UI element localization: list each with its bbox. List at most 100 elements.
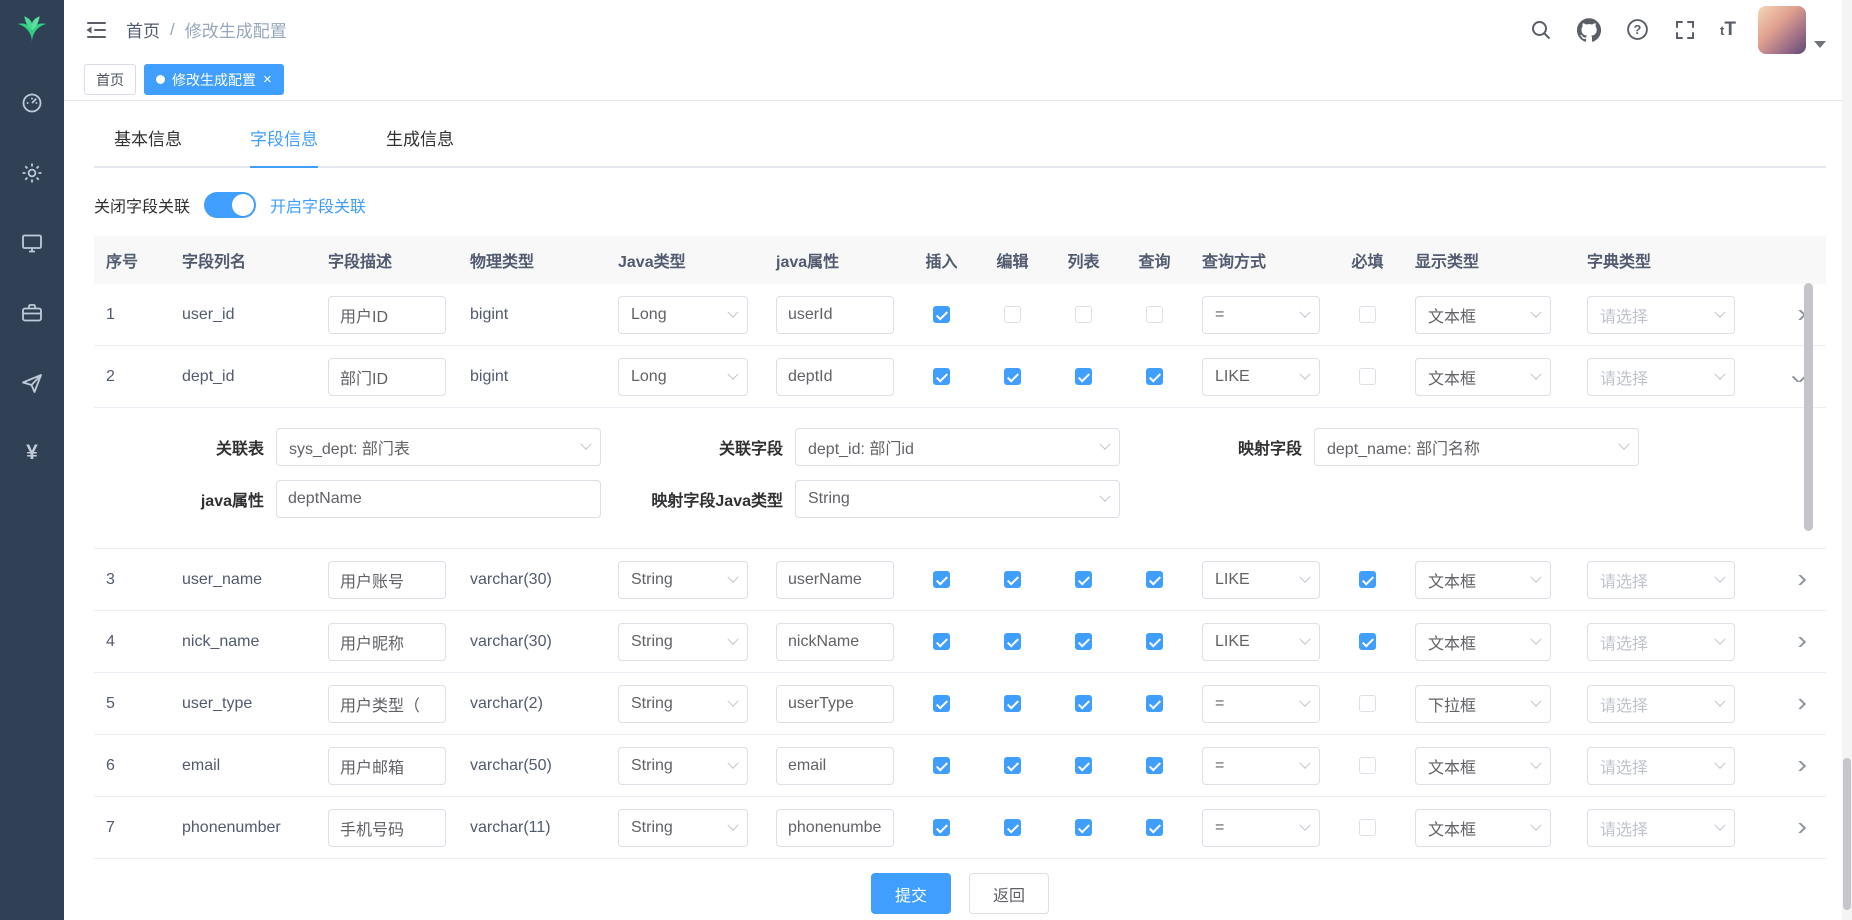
list-checkbox[interactable]	[1075, 368, 1092, 385]
java-field-input[interactable]	[776, 747, 894, 785]
sidebar-item-finance[interactable]: ¥	[19, 440, 45, 466]
help-icon[interactable]: ?	[1624, 17, 1650, 43]
tab-generate-info[interactable]: 生成信息	[386, 125, 454, 166]
java-attr-input[interactable]	[276, 480, 601, 518]
font-size-icon[interactable]: tT	[1720, 19, 1736, 41]
display-type-select[interactable]: 文本框	[1415, 747, 1551, 785]
query-type-select[interactable]: =	[1202, 809, 1320, 847]
app-logo[interactable]	[0, 0, 64, 62]
query-type-select[interactable]: LIKE	[1202, 358, 1320, 396]
required-checkbox[interactable]	[1359, 633, 1376, 650]
relation-table-select[interactable]: sys_dept: 部门表	[276, 428, 601, 466]
relation-field-select[interactable]: dept_id: 部门id	[795, 428, 1120, 466]
breadcrumb-home[interactable]: 首页	[126, 17, 160, 42]
list-checkbox[interactable]	[1075, 306, 1092, 323]
query-type-select[interactable]: =	[1202, 685, 1320, 723]
java-type-select[interactable]: String	[618, 809, 748, 847]
insert-checkbox[interactable]	[933, 757, 950, 774]
field-relation-switch[interactable]	[204, 192, 256, 218]
insert-checkbox[interactable]	[933, 695, 950, 712]
java-type-select[interactable]: String	[618, 623, 748, 661]
expand-row-icon[interactable]	[1792, 761, 1806, 771]
query-checkbox[interactable]	[1146, 695, 1163, 712]
java-type-select[interactable]: String	[618, 747, 748, 785]
required-checkbox[interactable]	[1359, 306, 1376, 323]
insert-checkbox[interactable]	[933, 368, 950, 385]
dict-type-select[interactable]: 请选择	[1587, 623, 1735, 661]
java-field-input[interactable]	[776, 296, 894, 334]
query-checkbox[interactable]	[1146, 571, 1163, 588]
display-type-select[interactable]: 文本框	[1415, 561, 1551, 599]
query-checkbox[interactable]	[1146, 633, 1163, 650]
page-scrollbar-thumb[interactable]	[1843, 758, 1851, 910]
insert-checkbox[interactable]	[933, 633, 950, 650]
query-type-select[interactable]: =	[1202, 296, 1320, 334]
query-checkbox[interactable]	[1146, 306, 1163, 323]
display-type-select[interactable]: 文本框	[1415, 809, 1551, 847]
edit-checkbox[interactable]	[1004, 368, 1021, 385]
display-type-select[interactable]: 下拉框	[1415, 685, 1551, 723]
dict-type-select[interactable]: 请选择	[1587, 809, 1735, 847]
expand-row-icon[interactable]	[1792, 699, 1806, 709]
table-scrollbar-thumb[interactable]	[1804, 283, 1813, 531]
required-checkbox[interactable]	[1359, 819, 1376, 836]
java-type-select[interactable]: Long	[618, 296, 748, 334]
sidebar-item-tool[interactable]	[19, 300, 45, 326]
tag-close-icon[interactable]: ×	[263, 72, 272, 87]
dict-type-select[interactable]: 请选择	[1587, 358, 1735, 396]
list-checkbox[interactable]	[1075, 695, 1092, 712]
insert-checkbox[interactable]	[933, 819, 950, 836]
list-checkbox[interactable]	[1075, 571, 1092, 588]
submit-button[interactable]: 提交	[871, 873, 951, 914]
search-icon[interactable]	[1528, 17, 1554, 43]
display-type-select[interactable]: 文本框	[1415, 358, 1551, 396]
query-checkbox[interactable]	[1146, 819, 1163, 836]
description-input[interactable]	[328, 809, 446, 847]
mapping-java-type-select[interactable]: String	[795, 480, 1120, 518]
tag-active-page[interactable]: 修改生成配置 ×	[144, 64, 284, 95]
description-input[interactable]	[328, 358, 446, 396]
list-checkbox[interactable]	[1075, 819, 1092, 836]
insert-checkbox[interactable]	[933, 306, 950, 323]
query-checkbox[interactable]	[1146, 757, 1163, 774]
expand-row-icon[interactable]	[1792, 575, 1806, 585]
java-type-select[interactable]: String	[618, 561, 748, 599]
insert-checkbox[interactable]	[933, 571, 950, 588]
required-checkbox[interactable]	[1359, 368, 1376, 385]
dict-type-select[interactable]: 请选择	[1587, 296, 1735, 334]
description-input[interactable]	[328, 685, 446, 723]
sidebar-item-monitor[interactable]	[19, 230, 45, 256]
query-type-select[interactable]: LIKE	[1202, 623, 1320, 661]
sidebar-item-system[interactable]	[19, 160, 45, 186]
java-type-select[interactable]: String	[618, 685, 748, 723]
edit-checkbox[interactable]	[1004, 633, 1021, 650]
description-input[interactable]	[328, 296, 446, 334]
relation-on-label[interactable]: 开启字段关联	[270, 193, 366, 217]
edit-checkbox[interactable]	[1004, 819, 1021, 836]
java-field-input[interactable]	[776, 358, 894, 396]
display-type-select[interactable]: 文本框	[1415, 296, 1551, 334]
java-field-input[interactable]	[776, 685, 894, 723]
list-checkbox[interactable]	[1075, 633, 1092, 650]
tab-basic-info[interactable]: 基本信息	[114, 125, 182, 166]
tab-field-info[interactable]: 字段信息	[250, 125, 318, 166]
expand-row-icon[interactable]	[1792, 637, 1806, 647]
description-input[interactable]	[328, 561, 446, 599]
java-field-input[interactable]	[776, 809, 894, 847]
display-type-select[interactable]: 文本框	[1415, 623, 1551, 661]
page-scrollbar[interactable]	[1842, 0, 1852, 920]
mapping-field-select[interactable]: dept_name: 部门名称	[1314, 428, 1639, 466]
dict-type-select[interactable]: 请选择	[1587, 685, 1735, 723]
tag-home[interactable]: 首页	[84, 64, 136, 95]
required-checkbox[interactable]	[1359, 695, 1376, 712]
user-menu[interactable]	[1758, 6, 1826, 54]
fullscreen-icon[interactable]	[1672, 17, 1698, 43]
required-checkbox[interactable]	[1359, 757, 1376, 774]
sidebar-collapse-button[interactable]	[84, 19, 108, 41]
expand-row-icon[interactable]	[1792, 823, 1806, 833]
back-button[interactable]: 返回	[969, 873, 1049, 914]
edit-checkbox[interactable]	[1004, 757, 1021, 774]
sidebar-item-deploy[interactable]	[19, 370, 45, 396]
edit-checkbox[interactable]	[1004, 306, 1021, 323]
sidebar-item-dashboard[interactable]	[19, 90, 45, 116]
